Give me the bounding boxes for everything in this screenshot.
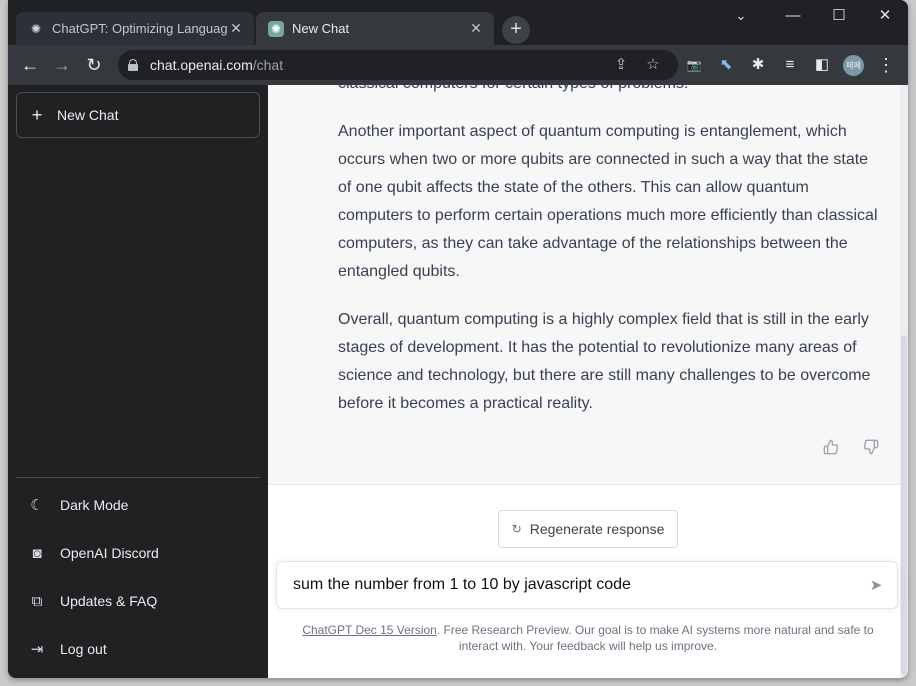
browser-window: ✺ ChatGPT: Optimizing Language ✕ ✺ New C… [8,0,908,678]
message-paragraph: classical computers for certain types of… [338,85,883,98]
message-paragraph: Overall, quantum computing is a highly c… [338,311,871,412]
thumbs-down-icon[interactable] [862,439,880,457]
sidebar-item-dark-mode[interactable]: ☾ Dark Mode [16,483,260,527]
tab-search-icon[interactable]: ⌄ [726,4,756,28]
minimize-icon[interactable]: — [778,4,808,28]
sidebar-item-updates-faq[interactable]: ⧉ Updates & FAQ [16,579,260,623]
chatgpt-favicon-icon: ✺ [268,20,284,37]
close-tab-icon[interactable]: ✕ [228,20,244,37]
browser-menu-icon[interactable]: ⋮ [876,55,896,75]
discord-icon: ◙ [32,544,42,562]
external-link-icon: ⧉ [31,592,43,610]
scrollbar-thumb[interactable] [901,335,907,675]
version-link[interactable]: ChatGPT Dec 15 Version [302,623,437,637]
tab-new-chat[interactable]: ✺ New Chat ✕ [256,12,494,45]
sidebar-item-label: Dark Mode [60,497,129,513]
prompt-input[interactable] [293,576,853,594]
openai-logo-icon: ✺ [30,21,42,36]
close-tab-icon[interactable]: ✕ [468,20,484,37]
logout-icon: ⇥ [30,641,44,658]
thumbs-up-icon[interactable] [822,439,840,457]
lock-icon [128,59,138,71]
sidebar-item-label: Updates & FAQ [60,593,158,609]
bookmark-star-icon[interactable]: ☆ [644,56,662,74]
tab-title: ChatGPT: Optimizing Language [52,21,228,36]
regenerate-label: Regenerate response [529,521,665,537]
cursor-extension-icon[interactable]: ⬉ [716,55,736,75]
sidebar-item-openai-discord[interactable]: ◙ OpenAI Discord [16,531,260,575]
url-path: /chat [252,57,284,73]
regenerate-response-button[interactable]: ↻ Regenerate response [498,510,678,548]
tab-chatgpt-optimizing[interactable]: ✺ ChatGPT: Optimizing Language ✕ [16,12,254,45]
browser-toolbar: ← → ↻ chat.openai.com /chat ⇪ ☆ 📷 ⬉ ✱ ≡ … [8,45,908,85]
back-icon[interactable]: ← [18,53,42,77]
media-control-icon[interactable]: ≡ [780,55,800,75]
camera-extension-icon[interactable]: 📷 [684,55,704,75]
side-panel-icon[interactable]: ◧ [812,55,832,75]
new-tab-button[interactable]: + [502,16,530,44]
forward-icon[interactable]: → [50,53,74,77]
moon-icon: ☾ [30,497,44,514]
sidebar-item-log-out[interactable]: ⇥ Log out [16,627,260,671]
profile-avatar[interactable]: 페페 [843,55,864,76]
tab-strip: ✺ ChatGPT: Optimizing Language ✕ ✺ New C… [8,0,908,45]
sidebar-item-label: OpenAI Discord [60,545,159,561]
new-chat-button[interactable]: + New Chat [16,92,260,138]
message-text: classical computers for certain types of… [338,85,883,438]
sidebar: + New Chat ☾ Dark Mode ◙ OpenAI Discord … [8,85,268,678]
tab-title: New Chat [292,21,350,36]
sidebar-item-label: Log out [60,641,107,657]
plus-icon: + [31,104,43,125]
address-bar[interactable]: chat.openai.com /chat ⇪ ☆ [118,50,678,80]
url-host: chat.openai.com [150,57,253,73]
sidebar-divider [16,477,260,478]
maximize-icon[interactable]: ☐ [824,4,854,28]
share-icon[interactable]: ⇪ [612,56,630,74]
chat-main: classical computers for certain types of… [268,85,908,678]
reload-icon[interactable]: ↻ [82,53,106,77]
footer-text: . Free Research Preview. Our goal is to … [436,623,874,653]
refresh-icon: ↻ [511,522,522,536]
close-window-icon[interactable]: ✕ [870,4,900,28]
prompt-box: ➤ [276,561,898,609]
assistant-message: classical computers for certain types of… [268,85,900,485]
extensions-puzzle-icon[interactable]: ✱ [748,55,768,75]
send-icon[interactable]: ➤ [867,576,885,594]
message-paragraph: Another important aspect of quantum comp… [338,123,878,280]
new-chat-label: New Chat [57,107,119,123]
footer-note: ChatGPT Dec 15 Version. Free Research Pr… [288,622,888,654]
